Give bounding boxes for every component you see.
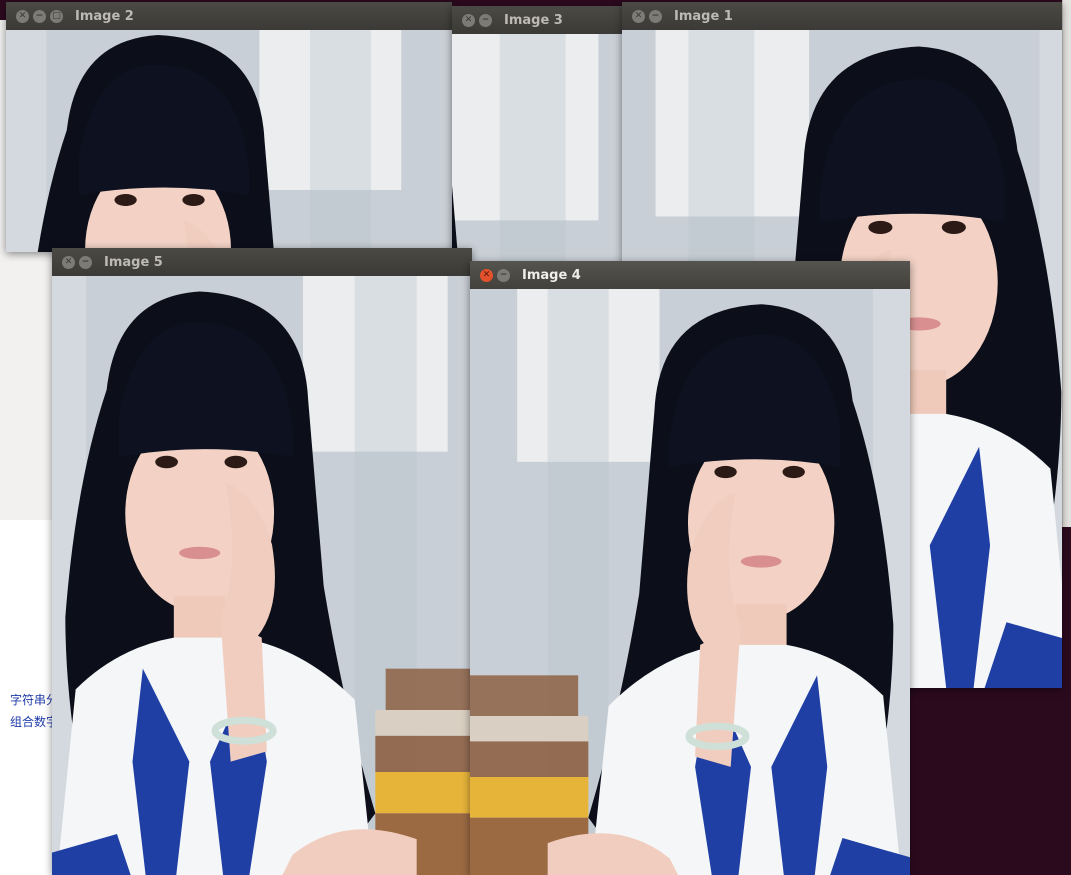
window-title: Image 1 xyxy=(674,8,733,24)
window-image-5[interactable]: ✕ − Image 5 xyxy=(52,248,472,875)
minimize-button[interactable]: − xyxy=(649,9,662,23)
background-text-line: 组合数字 xyxy=(10,715,55,729)
window-title: Image 5 xyxy=(104,254,163,270)
background-scrollbar[interactable] xyxy=(1062,0,1071,527)
minimize-button[interactable]: − xyxy=(497,268,510,282)
titlebar[interactable]: ✕ − Image 3 xyxy=(452,6,624,34)
maximize-button[interactable]: □ xyxy=(50,9,63,23)
window-image-4[interactable]: ✕ − Image 4 xyxy=(470,261,910,875)
close-button[interactable]: ✕ xyxy=(632,9,645,23)
titlebar[interactable]: ✕ − Image 5 xyxy=(52,248,472,276)
window-title: Image 3 xyxy=(504,12,563,28)
close-button[interactable]: ✕ xyxy=(480,268,493,282)
titlebar[interactable]: ✕ − □ Image 2 xyxy=(6,2,452,30)
background-text-line: 字符串分 xyxy=(10,693,55,707)
minimize-button[interactable]: − xyxy=(33,9,46,23)
minimize-button[interactable]: − xyxy=(479,13,492,27)
image-display xyxy=(470,289,910,875)
titlebar[interactable]: ✕ − Image 1 xyxy=(622,2,1062,30)
window-title: Image 4 xyxy=(522,267,581,283)
window-image-2[interactable]: ✕ − □ Image 2 xyxy=(6,2,452,252)
titlebar[interactable]: ✕ − Image 4 xyxy=(470,261,910,289)
window-title: Image 2 xyxy=(75,8,134,24)
image-display xyxy=(52,276,472,875)
close-button[interactable]: ✕ xyxy=(16,9,29,23)
close-button[interactable]: ✕ xyxy=(462,13,475,27)
close-button[interactable]: ✕ xyxy=(62,255,75,269)
image-display xyxy=(6,30,452,252)
minimize-button[interactable]: − xyxy=(79,255,92,269)
